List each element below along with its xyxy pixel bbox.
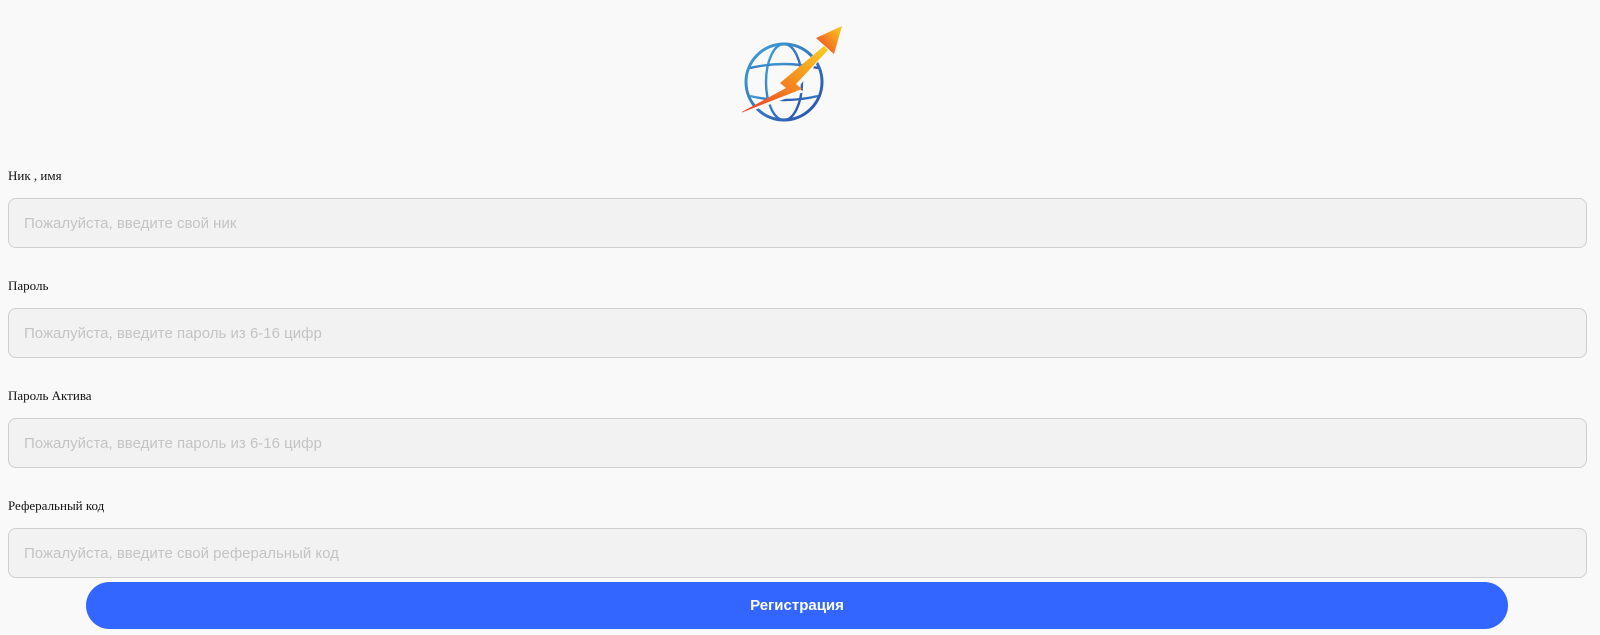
nickname-label: Ник , имя [8, 168, 62, 183]
registration-page: Ник , имя Пароль Пароль Актива Реферальн… [0, 0, 1600, 635]
nickname-field-group: Ник , имя [8, 168, 1587, 248]
password-field-group: Пароль [8, 278, 1587, 358]
referral-code-input-box[interactable] [8, 528, 1587, 578]
asset-password-input-box[interactable] [8, 418, 1587, 468]
globe-arrow-logo-icon [742, 24, 846, 128]
referral-code-field-group: Реферальный код [8, 498, 1587, 578]
referral-code-input[interactable] [24, 544, 1571, 562]
referral-code-label: Реферальный код [8, 498, 105, 513]
registration-form: Ник , имя Пароль Пароль Актива Реферальн… [8, 162, 1587, 578]
password-input[interactable] [24, 324, 1571, 342]
password-label: Пароль [8, 278, 49, 293]
register-button[interactable]: Регистрация [86, 582, 1508, 629]
password-input-box[interactable] [8, 308, 1587, 358]
nickname-input[interactable] [24, 214, 1571, 232]
asset-password-label: Пароль Актива [8, 388, 92, 403]
asset-password-field-group: Пароль Актива [8, 388, 1587, 468]
asset-password-input[interactable] [24, 434, 1571, 452]
nickname-input-box[interactable] [8, 198, 1587, 248]
